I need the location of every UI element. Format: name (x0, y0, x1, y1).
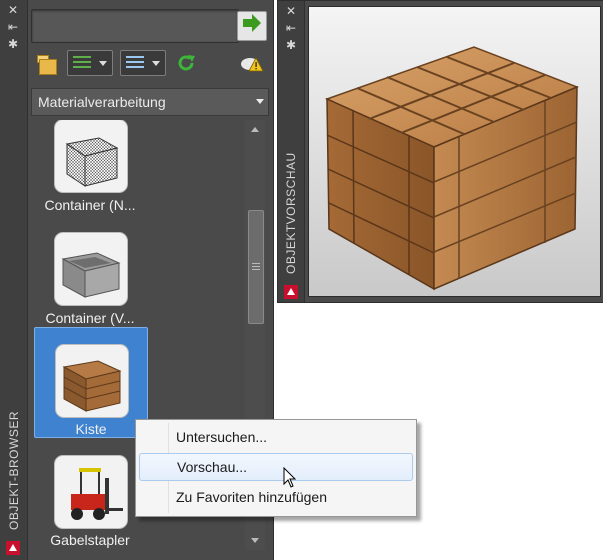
mouse-pointer-icon (283, 466, 297, 489)
list-item-label: Container (V... (45, 310, 135, 326)
autohide-icon[interactable]: ⇤ (284, 22, 298, 34)
menu-item-label: Zu Favoriten hinzufügen (176, 489, 327, 505)
search-input[interactable] (31, 9, 239, 43)
menu-item-untersuchen[interactable]: Untersuchen... (139, 424, 411, 450)
menu-item-label: Vorschau... (177, 459, 248, 475)
palette-title-strip: ✕ ⇤ ✱ OBJEKTVORSCHAU (278, 1, 305, 302)
menu-item-favoriten[interactable]: Zu Favoriten hinzufügen (139, 484, 411, 510)
list-item-gabelstapler[interactable]: Gabelstapler (34, 450, 146, 560)
object-preview-palette: ✕ ⇤ ✱ OBJEKTVORSCHAU (277, 0, 603, 303)
cloud-warning-icon[interactable] (240, 54, 264, 72)
preview-viewport[interactable] (308, 6, 601, 297)
grid-view-icon (126, 56, 146, 69)
display-mode-dropdown[interactable] (120, 50, 166, 76)
scrollbar-thumb[interactable] (248, 210, 264, 324)
palette-title: OBJEKTVORSCHAU (284, 152, 298, 274)
autohide-icon[interactable]: ⇤ (6, 21, 20, 33)
chevron-down-icon (256, 99, 264, 104)
chevron-down-icon (99, 61, 107, 66)
close-icon[interactable]: ✕ (284, 5, 298, 17)
autocad-logo-icon (6, 541, 20, 555)
list-item-container-v[interactable]: Container (V... (34, 227, 146, 337)
refresh-icon[interactable] (176, 53, 196, 73)
scroll-down-icon[interactable] (251, 538, 259, 543)
list-item-label: Gabelstapler (50, 532, 130, 548)
close-icon[interactable]: ✕ (6, 4, 20, 16)
properties-icon[interactable]: ✱ (6, 38, 20, 50)
category-value: Materialverarbeitung (38, 94, 166, 110)
menu-item-vorschau[interactable]: Vorschau... (139, 453, 413, 481)
list-item-container-n[interactable]: Container (N... (34, 120, 146, 224)
properties-icon[interactable]: ✱ (284, 39, 298, 51)
open-container-thumbnail (54, 232, 128, 306)
crate-thumbnail (55, 344, 129, 418)
autocad-logo-icon (284, 285, 298, 299)
search-go-button[interactable] (237, 11, 267, 41)
context-menu: Untersuchen... Vorschau... Zu Favoriten … (135, 419, 417, 517)
category-dropdown[interactable]: Materialverarbeitung (31, 88, 269, 116)
chevron-down-icon (152, 61, 160, 66)
green-arrow-icon (243, 14, 261, 32)
forklift-thumbnail (54, 455, 128, 529)
list-item-label: Container (N... (44, 197, 136, 213)
crate-3d-preview (324, 46, 580, 291)
palette-title-strip: ✕ ⇤ ✱ OBJEKT-BROWSER (0, 0, 28, 560)
list-item-kiste[interactable]: Kiste (34, 327, 148, 438)
list-view-dropdown[interactable] (67, 50, 113, 76)
folder-icon[interactable] (37, 53, 57, 75)
palette-title: OBJEKT-BROWSER (7, 410, 21, 530)
wire-container-thumbnail (54, 120, 128, 193)
menu-item-label: Untersuchen... (176, 429, 268, 445)
scroll-up-icon[interactable] (251, 127, 259, 132)
list-view-icon (73, 56, 93, 69)
list-item-label: Kiste (75, 421, 107, 437)
